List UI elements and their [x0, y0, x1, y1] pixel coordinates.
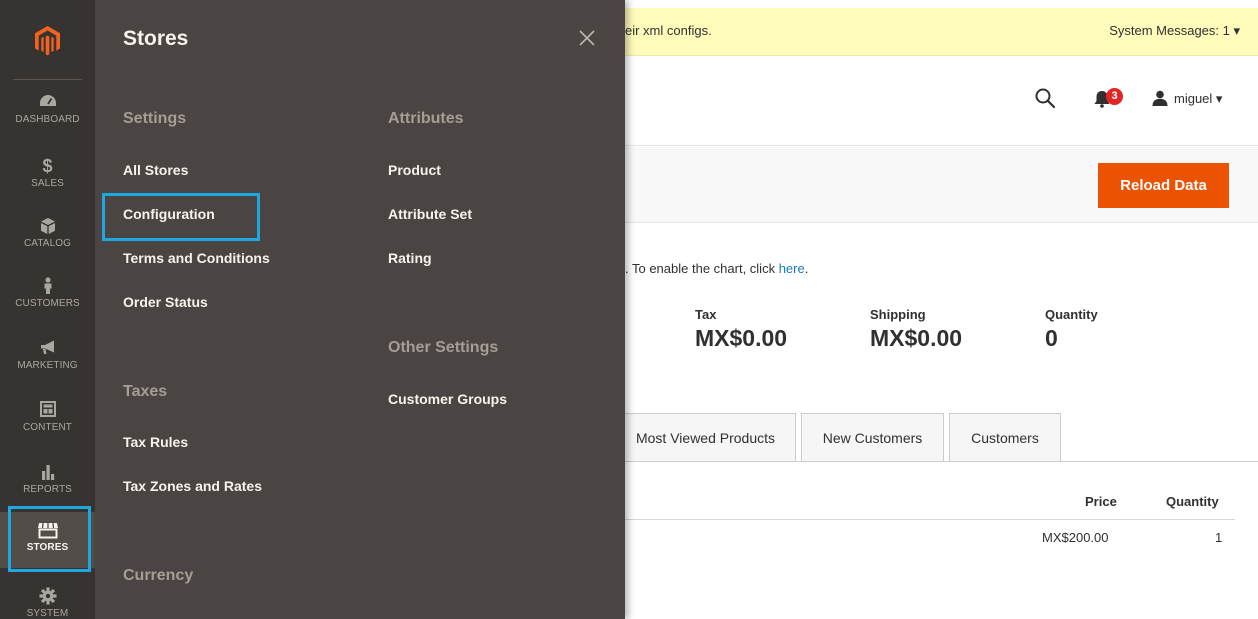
system-message-bar: eir xml configs. System Messages: 1 ▾: [625, 8, 1258, 56]
section-heading-attributes: Attributes: [388, 110, 464, 127]
menu-link-all-stores[interactable]: All Stores: [123, 162, 188, 178]
menu-link-rating[interactable]: Rating: [388, 250, 432, 266]
user-account-menu[interactable]: miguel ▾: [1152, 90, 1222, 107]
stat-quantity-value: 0: [1045, 325, 1058, 351]
megaphone-icon: [0, 336, 95, 360]
column-header-quantity[interactable]: Quantity: [1166, 494, 1219, 509]
search-icon[interactable]: [1035, 88, 1056, 113]
nav-customers[interactable]: CUSTOMERS: [0, 268, 95, 324]
nav-stores[interactable]: STORES: [0, 512, 95, 568]
section-heading-taxes: Taxes: [123, 383, 168, 400]
table-cell-price: MX$200.00: [1042, 530, 1109, 545]
stores-flyout-menu: Stores Settings All Stores Configuration…: [95, 0, 625, 619]
nav-system[interactable]: SYSTEM: [0, 578, 95, 619]
rail-divider: [13, 79, 82, 80]
menu-link-terms-and-conditions[interactable]: Terms and Conditions: [123, 250, 270, 266]
dashboard-icon: [0, 90, 95, 114]
admin-nav-rail: DASHBOARD $ SALES CATALOG CUSTOMERS MARK…: [0, 0, 95, 619]
system-messages-dropdown[interactable]: System Messages: 1 ▾: [1109, 23, 1240, 39]
stat-quantity-label: Quantity: [1045, 307, 1098, 322]
nav-catalog[interactable]: CATALOG: [0, 208, 95, 264]
magento-logo[interactable]: [0, 0, 95, 80]
storefront-icon: [0, 518, 95, 542]
chart-disabled-message: . To enable the chart, click here.: [625, 261, 809, 276]
stat-shipping-label: Shipping: [870, 307, 926, 322]
tab-customers[interactable]: Customers: [949, 413, 1061, 462]
nav-dashboard[interactable]: DASHBOARD: [0, 84, 95, 140]
flyout-title: Stores: [123, 27, 189, 50]
nav-reports[interactable]: REPORTS: [0, 454, 95, 510]
nav-marketing[interactable]: MARKETING: [0, 330, 95, 386]
notifications-count-badge[interactable]: 3: [1106, 88, 1123, 105]
gear-icon: [0, 584, 95, 608]
box-icon: [0, 214, 95, 238]
tab-most-viewed-products[interactable]: Most Viewed Products: [615, 413, 796, 462]
menu-link-tax-zones-and-rates[interactable]: Tax Zones and Rates: [123, 478, 262, 494]
menu-link-customer-groups[interactable]: Customer Groups: [388, 391, 507, 407]
section-heading-settings: Settings: [123, 110, 187, 127]
reload-data-button[interactable]: Reload Data: [1098, 163, 1229, 208]
menu-link-product[interactable]: Product: [388, 162, 441, 178]
dollar-icon: $: [42, 156, 53, 176]
section-heading-currency: Currency: [123, 567, 194, 584]
nav-sales[interactable]: $ SALES: [0, 148, 95, 204]
menu-link-tax-rules[interactable]: Tax Rules: [123, 434, 188, 450]
bar-chart-icon: [0, 460, 95, 484]
system-message-text: eir xml configs.: [625, 23, 712, 38]
menu-link-order-status[interactable]: Order Status: [123, 294, 208, 310]
menu-link-configuration[interactable]: Configuration: [123, 206, 215, 222]
stat-shipping-value: MX$0.00: [870, 325, 963, 351]
person-icon: [0, 274, 95, 298]
column-header-price[interactable]: Price: [1085, 494, 1117, 509]
stat-tax-label: Tax: [695, 307, 717, 322]
table-row-divider: [625, 519, 1235, 520]
section-heading-other-settings: Other Settings: [388, 339, 499, 356]
close-icon[interactable]: [575, 26, 599, 50]
menu-link-attribute-set[interactable]: Attribute Set: [388, 206, 472, 222]
magento-logo-icon: [35, 26, 60, 56]
stat-tax-value: MX$0.00: [695, 325, 788, 351]
tab-new-customers[interactable]: New Customers: [801, 413, 944, 462]
nav-content[interactable]: CONTENT: [0, 392, 95, 448]
table-cell-quantity: 1: [1215, 530, 1223, 545]
user-name: miguel ▾: [1174, 91, 1223, 106]
user-icon: [1152, 90, 1168, 106]
layout-icon: [0, 398, 95, 422]
enable-chart-link[interactable]: here: [779, 261, 805, 276]
